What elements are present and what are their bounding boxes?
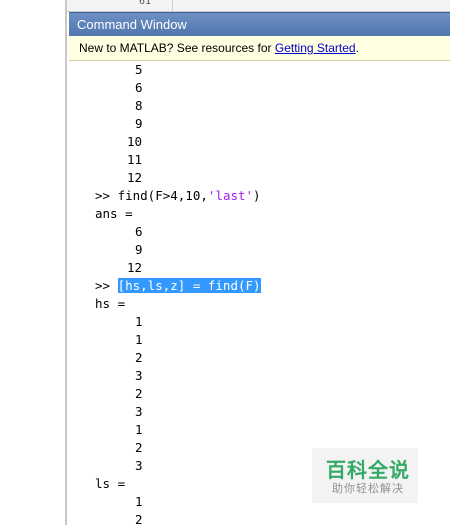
output-value: 1	[135, 314, 143, 329]
output-value: 2	[135, 386, 143, 401]
editor-line-number: 61	[139, 0, 152, 7]
banner-prefix: New to MATLAB? See resources for	[79, 41, 275, 55]
command-code: find(F>4,10,	[117, 188, 208, 203]
variable-label: hs =	[95, 296, 126, 311]
output-value: 9	[135, 116, 143, 131]
command-string: 'last'	[207, 188, 254, 203]
output-value: 5	[135, 62, 143, 77]
output-value: 1	[135, 422, 143, 437]
output-value: 3	[135, 368, 143, 383]
output-value: 12	[127, 260, 143, 275]
watermark-subtitle: 助你轻松解决	[332, 482, 404, 495]
panel-divider[interactable]	[65, 0, 67, 525]
output-value: 8	[135, 98, 143, 113]
prompt: >>	[95, 188, 118, 203]
command-window-titlebar[interactable]: Command Window	[69, 12, 450, 37]
prompt: >>	[95, 278, 118, 293]
variable-label: ans =	[95, 206, 133, 221]
editor-separator	[172, 0, 173, 11]
output-value: 1	[135, 332, 143, 347]
output-value: 3	[135, 404, 143, 419]
output-value: 2	[135, 512, 143, 527]
output-value: 9	[135, 242, 143, 257]
left-gutter	[0, 0, 66, 525]
info-banner: New to MATLAB? See resources for Getting…	[69, 36, 450, 61]
output-value: 6	[135, 224, 143, 239]
command-window-title: Command Window	[77, 17, 187, 32]
output-value: 2	[135, 350, 143, 365]
command-line: >> [hs,ls,z] = find(F)	[95, 277, 261, 295]
getting-started-link[interactable]: Getting Started	[275, 41, 356, 55]
watermark-title: 百科全说	[326, 458, 410, 482]
command-line: >> find(F>4,10,'last')	[95, 187, 261, 205]
output-value: 2	[135, 440, 143, 455]
output-value: 11	[127, 152, 143, 167]
output-value: 10	[127, 134, 143, 149]
output-value: 12	[127, 170, 143, 185]
output-value: 6	[135, 80, 143, 95]
output-value: 3	[135, 458, 143, 473]
editor-strip: 61	[67, 0, 450, 12]
banner-text: New to MATLAB? See resources for Getting…	[79, 41, 359, 55]
output-value: 1	[135, 494, 143, 509]
watermark-logo: 百科全说 助你轻松解决	[312, 448, 418, 503]
command-code-end: )	[253, 188, 261, 203]
selected-command-text[interactable]: [hs,ls,z] = find(F)	[117, 278, 261, 293]
variable-label: ls =	[95, 476, 126, 491]
banner-suffix: .	[355, 41, 359, 55]
